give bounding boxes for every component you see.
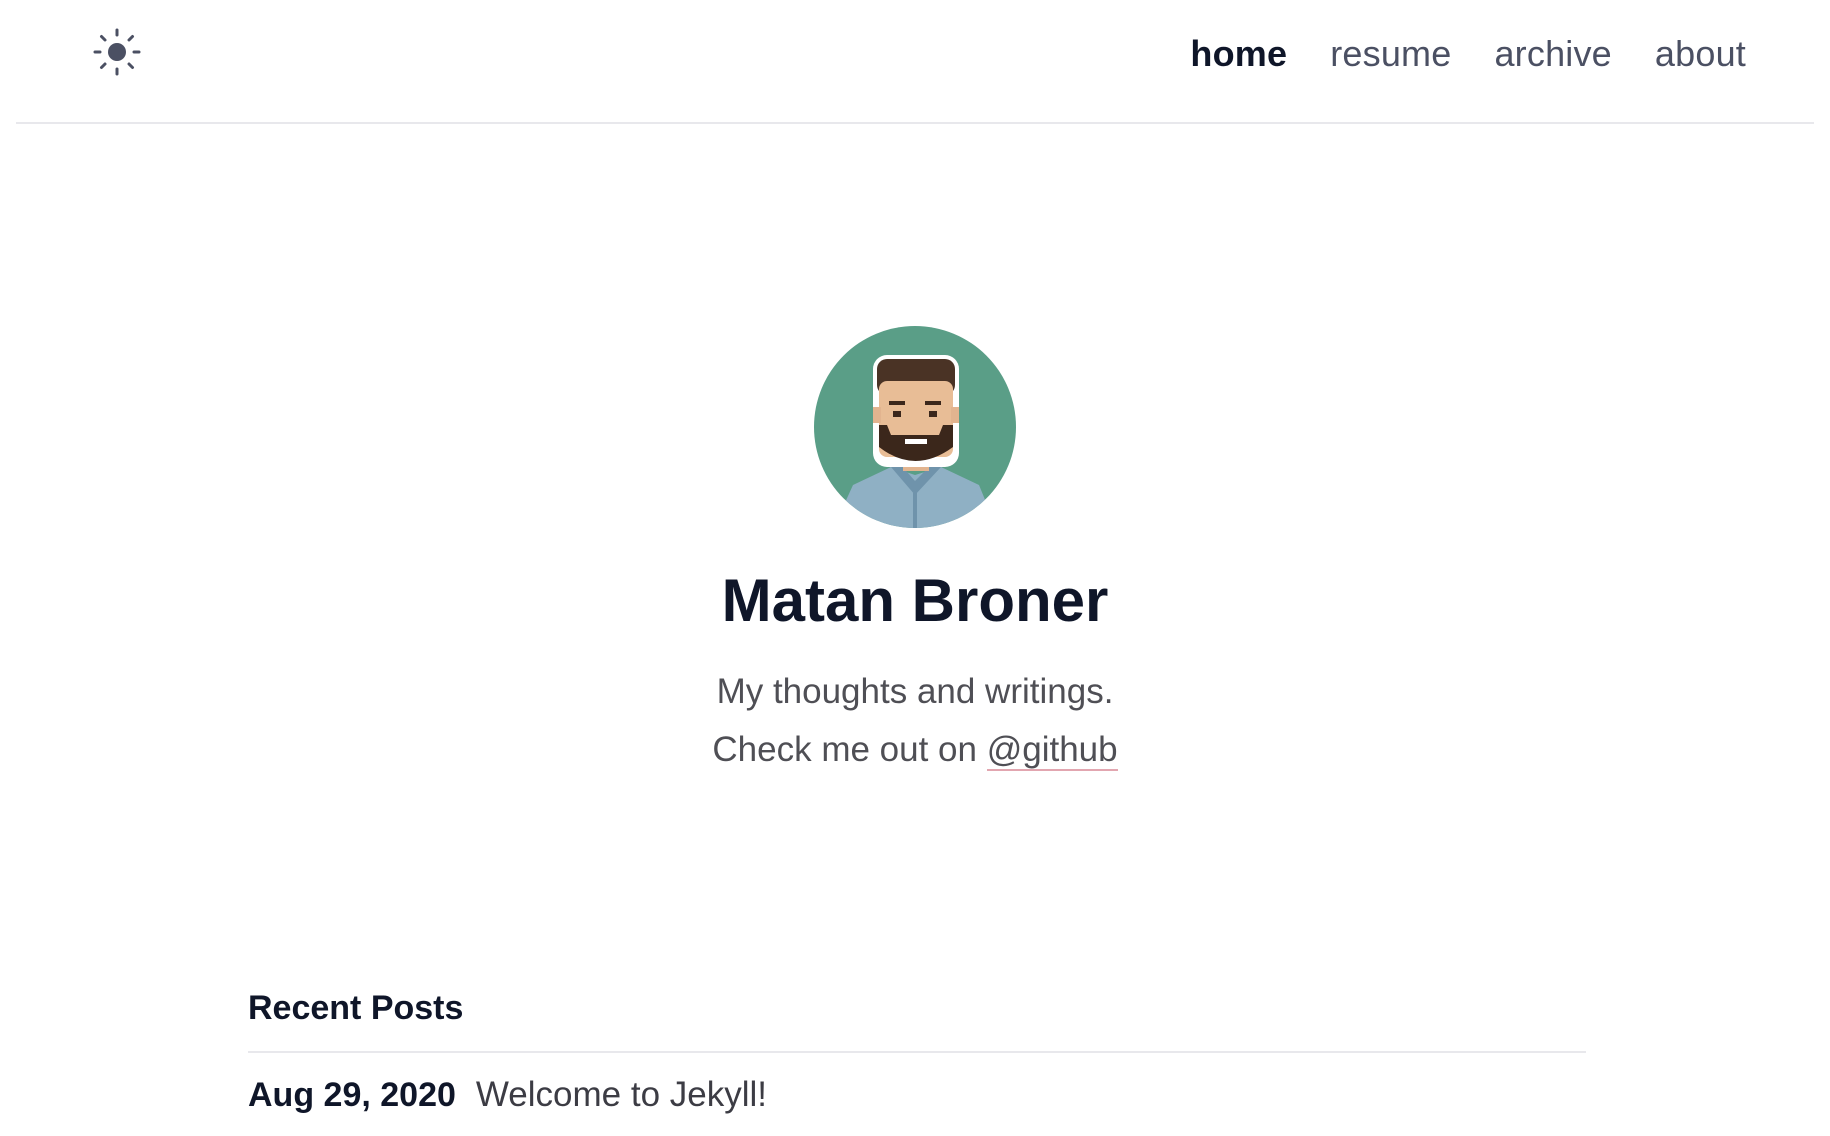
nav-resume-link[interactable]: resume: [1330, 33, 1451, 75]
sun-icon: [93, 28, 141, 76]
profile-name: Matan Broner: [721, 567, 1109, 634]
recent-posts-heading: Recent Posts: [248, 989, 464, 1027]
post-date: Aug 29, 2020: [248, 1076, 456, 1115]
social-prefix: Check me out on: [712, 730, 987, 769]
nav-home-link[interactable]: home: [1190, 33, 1287, 75]
avatar-icon: [814, 326, 1016, 528]
post-list-item: Aug 29, 2020 Welcome to Jekyll!: [248, 1075, 1586, 1115]
social-line: Check me out on @github: [0, 729, 1830, 771]
nav-about-link[interactable]: about: [1655, 33, 1746, 75]
site-header: home resume archive about: [0, 0, 1830, 124]
profile-tagline: My thoughts and writings.: [716, 672, 1114, 711]
theme-toggle-button[interactable]: [93, 28, 141, 76]
header-divider: [16, 122, 1814, 124]
recent-posts-section: Recent Posts Aug 29, 2020 Welcome to Jek…: [248, 989, 1586, 1115]
post-title-link[interactable]: Welcome to Jekyll!: [476, 1075, 767, 1115]
profile-section: Matan Broner My thoughts and writings. C…: [0, 325, 1830, 771]
github-link[interactable]: @github: [986, 730, 1118, 771]
nav-archive-link[interactable]: archive: [1494, 33, 1611, 75]
page: home resume archive about Matan Broner M…: [0, 0, 1830, 1136]
recent-posts-divider: [248, 1051, 1586, 1054]
main-nav: home resume archive about: [1190, 30, 1746, 78]
